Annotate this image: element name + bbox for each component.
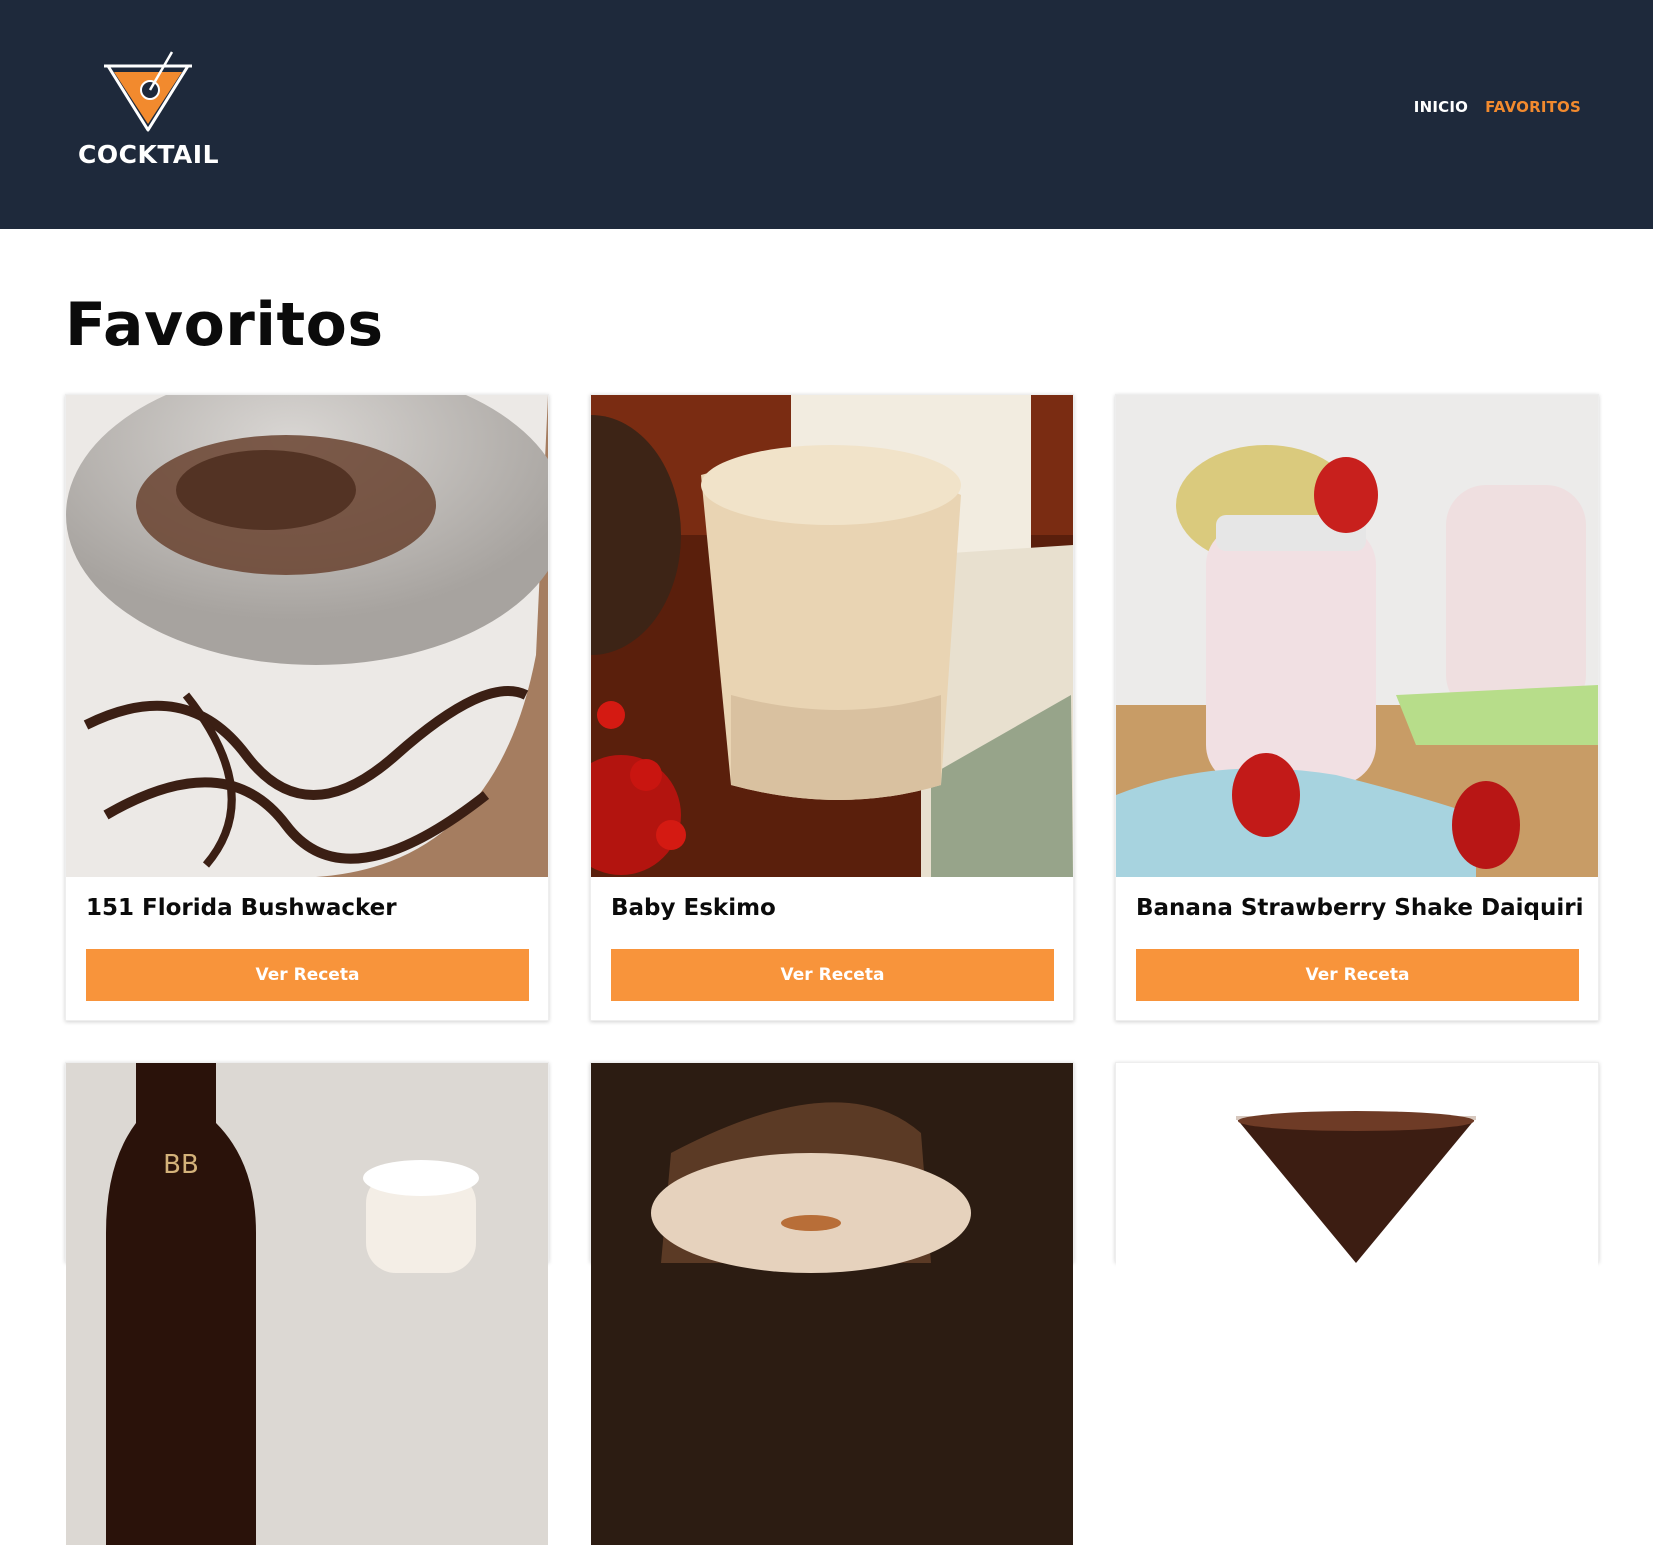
martini-glass-icon	[104, 51, 192, 132]
drink-photo	[591, 1063, 1073, 1545]
drink-card: 151 Florida Bushwacker Ver Receta	[65, 394, 549, 1021]
drink-name[interactable]: Baby Eskimo	[611, 895, 1063, 921]
main-nav: INICIO FAVORITOS	[1414, 98, 1581, 116]
drink-photo: BB	[66, 1063, 548, 1545]
logo-text: COCKTAIL	[78, 140, 220, 169]
drink-card	[1115, 1062, 1599, 1545]
nav-link-inicio[interactable]: INICIO	[1414, 98, 1468, 116]
cocktail-logo[interactable]: COCKTAIL	[78, 48, 220, 173]
page-title: Favoritos	[65, 290, 384, 360]
site-header: COCKTAIL INICIO FAVORITOS	[0, 0, 1653, 229]
drink-name[interactable]: Banana Strawberry Shake Daiquiri	[1136, 895, 1588, 921]
view-recipe-button[interactable]: Ver Receta	[611, 949, 1054, 1001]
drink-card: Baby Eskimo Ver Receta	[590, 394, 1074, 1021]
view-recipe-button[interactable]: Ver Receta	[86, 949, 529, 1001]
drink-photo	[66, 395, 548, 877]
drink-card: BB	[65, 1062, 549, 1545]
view-recipe-button[interactable]: Ver Receta	[1136, 949, 1579, 1001]
drink-photo	[591, 395, 1073, 877]
drink-photo	[1116, 395, 1598, 877]
svg-text:BB: BB	[163, 1150, 199, 1180]
drink-photo	[1116, 1063, 1598, 1545]
drink-card	[590, 1062, 1074, 1545]
nav-link-favoritos[interactable]: FAVORITOS	[1485, 98, 1581, 116]
drink-card: Banana Strawberry Shake Daiquiri Ver Rec…	[1115, 394, 1599, 1021]
drink-name[interactable]: 151 Florida Bushwacker	[86, 895, 538, 921]
